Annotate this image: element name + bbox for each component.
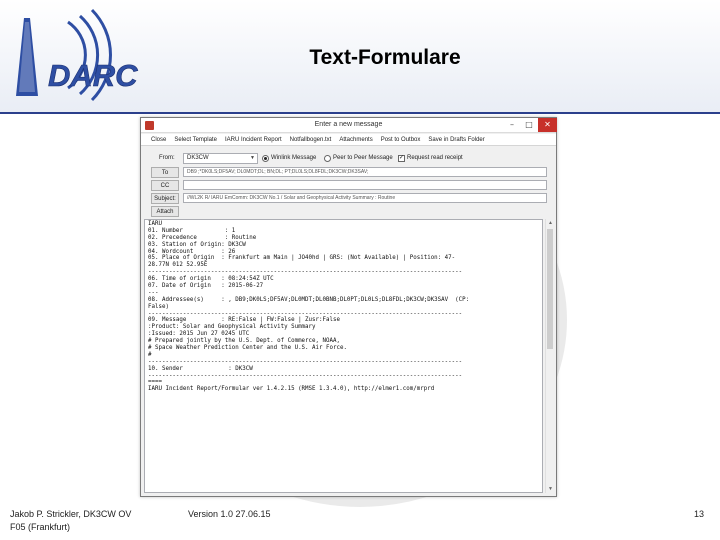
- message-line: ----------------------------------------…: [148, 358, 463, 365]
- radio-winlink[interactable]: [262, 155, 269, 162]
- menu-attachments[interactable]: Attachments: [339, 134, 372, 145]
- message-line: ---: [148, 289, 159, 296]
- footer-author: Jakob P. Strickler, DK3CW OV: [10, 509, 132, 519]
- checkbox-read-receipt-label: Request read receipt: [407, 155, 463, 161]
- minimize-button[interactable]: –: [504, 118, 520, 132]
- menu-select-template[interactable]: Select Template: [174, 134, 217, 145]
- radio-p2p-label: Peer to Peer Message: [333, 155, 393, 161]
- message-window: Enter a new message – □ ✕ Close Select T…: [140, 117, 557, 497]
- cc-button[interactable]: CC: [151, 180, 179, 191]
- message-line: #: [148, 351, 152, 358]
- message-line: IARU Incident Report/Formular ver 1.4.2.…: [148, 386, 435, 393]
- message-line: False): [148, 303, 169, 310]
- message-line: 10. Sender : DK3CW: [148, 365, 253, 372]
- message-line: 06. Time of origin : 08:24:54Z UTC: [148, 276, 274, 283]
- message-line: 04. Wordcount : 26: [148, 248, 236, 255]
- menu-iaru-incident-report[interactable]: IARU Incident Report: [225, 134, 282, 145]
- subject-field[interactable]: //WL2K R/ IARU EmComm: DK3CW No.1 / Sola…: [183, 193, 547, 203]
- footer-version: Version 1.0 27.06.15: [188, 509, 271, 519]
- message-line: # Prepared jointly by the U.S. Dept. of …: [148, 338, 340, 345]
- checkbox-read-receipt[interactable]: ✓: [398, 155, 405, 162]
- message-line: ====: [148, 379, 162, 386]
- menubar: Close Select Template IARU Incident Repo…: [141, 134, 556, 146]
- message-line: ----------------------------------------…: [148, 372, 463, 379]
- attach-button[interactable]: Attach: [151, 206, 179, 217]
- message-line: 08. Addressee(s) : , DB9;DK0LS;DF5AV;DL0…: [148, 296, 470, 303]
- message-line: 01. Number : 1: [148, 227, 236, 234]
- menu-post-to-outbox[interactable]: Post to Outbox: [381, 134, 421, 145]
- subject-button[interactable]: Subject:: [151, 193, 179, 204]
- radio-p2p[interactable]: [324, 155, 331, 162]
- maximize-button[interactable]: □: [521, 118, 537, 132]
- scroll-thumb[interactable]: [547, 229, 553, 349]
- message-line: 02. Precedence : Routine: [148, 234, 257, 241]
- from-select-value: DK3CW: [187, 155, 209, 161]
- message-body[interactable]: IARU 01. Number : 1 02. Precedence : Routi…: [144, 219, 543, 493]
- to-field[interactable]: DB9 ;*DK0LS;DF5AV; DL0MDT;DL; BN;DL; PT;…: [183, 167, 547, 177]
- message-line: 07. Date of Origin : 2015-06-27: [148, 283, 264, 290]
- to-button[interactable]: To: [151, 167, 179, 178]
- from-select[interactable]: DK3CW ▼: [183, 153, 258, 164]
- scroll-down-icon[interactable]: ▼: [546, 485, 555, 493]
- menu-close[interactable]: Close: [151, 134, 166, 145]
- window-titlebar[interactable]: Enter a new message – □ ✕: [141, 118, 557, 133]
- message-line: 03. Station of Origin: DK3CW: [148, 241, 246, 248]
- close-window-button[interactable]: ✕: [538, 118, 557, 132]
- footer-district: F05 (Frankfurt): [10, 522, 71, 532]
- slide-title: Text-Formulare: [309, 46, 461, 69]
- page-number: 13: [694, 509, 705, 519]
- message-line: :Issued: 2015 Jun 27 0245 UTC: [148, 331, 250, 338]
- from-label: From:: [159, 155, 175, 161]
- header-rule: [0, 112, 720, 114]
- scroll-up-icon[interactable]: ▲: [546, 219, 555, 227]
- window-title: Enter a new message: [314, 121, 383, 128]
- radio-winlink-label: Winlink Message: [271, 155, 317, 161]
- message-line: :Product: Solar and Geophysical Activity…: [148, 324, 316, 331]
- message-line: ----------------------------------------…: [148, 269, 463, 276]
- chevron-down-icon: ▼: [250, 155, 255, 161]
- message-line: IARU: [148, 221, 162, 227]
- message-scrollbar[interactable]: ▲ ▼: [545, 219, 554, 493]
- message-line: # Space Weather Prediction Center and th…: [148, 345, 347, 352]
- message-line: ----------------------------------------…: [148, 310, 463, 317]
- cc-field[interactable]: [183, 180, 547, 190]
- menu-save-drafts[interactable]: Save in Drafts Folder: [428, 134, 484, 145]
- message-line: 09. Message : RE:False | FW:False | Zusr…: [148, 317, 340, 324]
- message-line: 05. Place of Origin : Frankfurt am Main …: [148, 255, 456, 262]
- message-line: 28.77N 012 52.95E: [148, 262, 208, 269]
- logo-wordmark: DARC: [48, 58, 138, 93]
- darc-logo: DARC: [16, 8, 138, 102]
- menu-notfallbogen[interactable]: Notfallbogen.txt: [290, 134, 332, 145]
